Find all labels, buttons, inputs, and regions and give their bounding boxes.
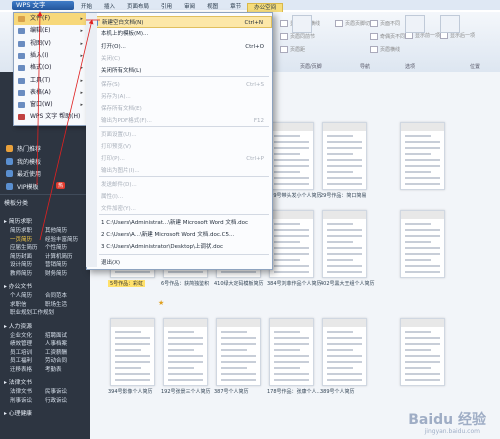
ribbon-large-icon[interactable]	[440, 15, 460, 33]
checkbox-icon	[370, 46, 378, 53]
checkbox-icon	[370, 20, 378, 27]
checkbox-icon	[405, 32, 413, 39]
ribbon-group-label: 页眉/页脚	[300, 64, 322, 70]
ribbon-control-label: 页面不同	[380, 21, 401, 27]
ribbon-control-label: 页眉距	[290, 47, 306, 53]
ribbon-checkbox[interactable]: 页眉页脚切换	[335, 20, 375, 27]
ribbon-control-label: 显示后一项	[450, 33, 476, 39]
ribbon-checkbox[interactable]: 奇偶页不同	[370, 33, 405, 40]
baidu-watermark: Baidu 经验	[408, 412, 486, 428]
ribbon-control-label: 奇偶页不同	[380, 34, 406, 40]
checkbox-icon	[440, 32, 448, 39]
checkbox-icon	[280, 46, 288, 53]
ribbon-control-label: 页眉同前节	[290, 34, 316, 40]
ribbon-checkbox[interactable]: 页面不同	[370, 20, 400, 27]
checkbox-icon	[335, 20, 343, 27]
ribbon-checkbox[interactable]: 页眉横线	[370, 46, 400, 53]
annotation-arrows	[36, 11, 100, 241]
ribbon-group-label: 位置	[470, 64, 481, 70]
ribbon-control-label: 显示前一项	[415, 33, 441, 39]
ribbon-checkbox[interactable]: 显示前一项	[405, 32, 440, 39]
baidu-watermark-url: jingyan.baidu.com	[424, 428, 480, 435]
ribbon-checkbox[interactable]: 显示后一项	[440, 32, 475, 39]
ribbon-large-icon[interactable]	[405, 15, 425, 33]
checkbox-icon	[370, 33, 378, 40]
ribbon-checkbox[interactable]: 页眉同前节	[280, 33, 315, 40]
checkbox-icon	[280, 20, 288, 27]
arrow-to-new-document	[39, 19, 94, 241]
arrow-to-wps-button	[36, 11, 43, 186]
ribbon-group-label: 选项	[405, 64, 416, 70]
ribbon-group-label: 导航	[360, 64, 371, 70]
ribbon-control-label: 页眉横线	[380, 47, 401, 53]
ribbon-checkbox[interactable]: 页眉距	[280, 46, 305, 53]
ribbon-large-icon[interactable]	[292, 15, 312, 33]
checkbox-icon	[280, 33, 288, 40]
